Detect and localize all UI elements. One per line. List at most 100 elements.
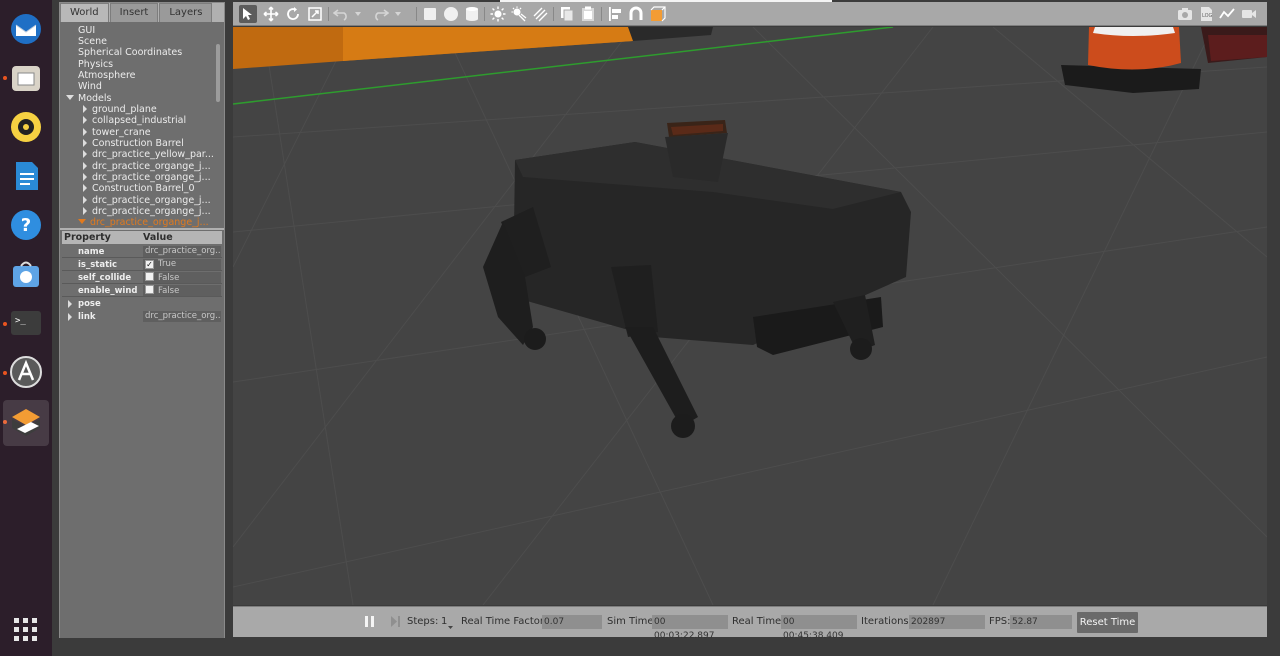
align-icon[interactable] <box>606 5 624 23</box>
undo-icon[interactable] <box>332 5 350 23</box>
tab-world[interactable]: World <box>60 3 109 22</box>
checkbox-label: False <box>158 273 180 283</box>
property-row-name[interactable]: name drc_practice_org... <box>62 246 222 258</box>
rhythmbox-icon[interactable] <box>3 104 49 150</box>
help-icon[interactable]: ? <box>3 202 49 248</box>
model-item[interactable]: drc_practice_yellow_par... <box>83 149 214 160</box>
pause-icon[interactable] <box>364 615 375 631</box>
model-item[interactable]: drc_practice_organge_j... <box>83 195 211 206</box>
spot-light-icon[interactable] <box>510 5 528 23</box>
checkbox-unchecked[interactable] <box>145 272 154 281</box>
collapse-arrow-icon[interactable] <box>83 139 87 147</box>
model-item[interactable]: ground_plane <box>83 104 157 115</box>
property-row-pose[interactable]: pose <box>62 298 222 310</box>
collapse-arrow-icon[interactable] <box>83 116 87 124</box>
model-label: ground_plane <box>92 104 157 115</box>
redo-history-arrow-icon[interactable] <box>393 5 403 23</box>
thunderbird-icon[interactable] <box>3 6 49 52</box>
change-view-icon[interactable] <box>649 5 667 23</box>
iterations-value: 202897 <box>909 615 985 629</box>
collapse-arrow-icon[interactable] <box>83 150 87 158</box>
simulation-status-bar: Steps: 1 Real Time Factor: 0.07 Sim Time… <box>233 606 1267 641</box>
tree-item-models[interactable]: Models <box>66 93 111 104</box>
collapse-arrow-icon[interactable] <box>83 162 87 170</box>
point-light-icon[interactable] <box>489 5 507 23</box>
model-item[interactable]: drc_practice_organge_j... <box>83 172 211 183</box>
tree-item-wind[interactable]: Wind <box>78 81 102 92</box>
tree-item-scene[interactable]: Scene <box>78 36 107 47</box>
select-mode-icon[interactable] <box>239 5 257 23</box>
expand-arrow-icon[interactable] <box>78 219 86 224</box>
tree-scrollbar[interactable] <box>216 44 220 102</box>
gazebo-icon[interactable] <box>3 400 49 446</box>
tree-item-atmosphere[interactable]: Atmosphere <box>78 70 136 81</box>
steps-value[interactable]: 1 <box>441 616 447 627</box>
model-item[interactable]: tower_crane <box>83 127 151 138</box>
collapse-arrow-icon[interactable] <box>83 207 87 215</box>
steps-dropdown-arrow-icon[interactable] <box>448 621 453 632</box>
paste-icon[interactable] <box>579 5 597 23</box>
files-icon[interactable] <box>3 55 49 101</box>
collapse-arrow-icon[interactable] <box>83 196 87 204</box>
tree-item-physics[interactable]: Physics <box>78 59 113 70</box>
expand-arrow-icon[interactable] <box>66 95 74 100</box>
copy-icon[interactable] <box>558 5 576 23</box>
sphere-shape-icon[interactable] <box>442 5 460 23</box>
toolbar-separator <box>328 7 329 21</box>
record-video-icon[interactable] <box>1240 5 1258 23</box>
translate-mode-icon[interactable] <box>262 5 280 23</box>
software-store-icon[interactable] <box>3 251 49 297</box>
software-updater-icon[interactable] <box>3 349 49 395</box>
writer-icon[interactable] <box>3 153 49 199</box>
model-item[interactable]: drc_practice_organge_j... <box>83 206 211 217</box>
tab-insert[interactable]: Insert <box>109 3 159 22</box>
directional-light-icon[interactable] <box>531 5 549 23</box>
redo-icon[interactable] <box>372 5 390 23</box>
cylinder-shape-icon[interactable] <box>463 5 481 23</box>
tree-item-gui[interactable]: GUI <box>78 25 95 36</box>
fps-label: FPS: <box>989 616 1011 627</box>
box-shape-icon[interactable] <box>421 5 439 23</box>
show-applications-icon[interactable] <box>3 607 49 653</box>
model-item[interactable]: Construction Barrel <box>83 138 184 149</box>
collapse-arrow-icon[interactable] <box>83 128 87 136</box>
reset-time-button[interactable]: Reset Time <box>1077 612 1138 633</box>
screenshot-icon[interactable] <box>1176 5 1194 23</box>
collapse-arrow-icon[interactable] <box>68 300 72 308</box>
scene-viewport[interactable] <box>233 27 1267 605</box>
checkbox-unchecked[interactable] <box>145 285 154 294</box>
property-header: Property Value <box>62 231 222 244</box>
property-row-is-static[interactable]: is_static ✓ True <box>62 259 222 271</box>
plot-icon[interactable] <box>1218 5 1236 23</box>
collapse-arrow-icon[interactable] <box>83 105 87 113</box>
toolbar-separator <box>484 7 485 21</box>
snap-magnet-icon[interactable] <box>627 5 645 23</box>
model-item[interactable]: collapsed_industrial <box>83 115 186 126</box>
tab-layers[interactable]: Layers <box>159 3 213 22</box>
rotate-mode-icon[interactable] <box>284 5 302 23</box>
steps-label: Steps: <box>407 616 439 627</box>
toolbar-separator <box>601 7 602 21</box>
real-time-factor-value: 0.07 <box>542 615 602 629</box>
undo-history-arrow-icon[interactable] <box>353 5 363 23</box>
model-item-selected[interactable]: drc_practice_organge_j... <box>78 217 209 228</box>
checkbox-checked[interactable]: ✓ <box>145 260 154 269</box>
model-item[interactable]: drc_practice_organge_j... <box>83 161 211 172</box>
property-row-enable-wind[interactable]: enable_wind False <box>62 285 222 297</box>
log-icon[interactable]: LOG <box>1197 5 1215 23</box>
model-item[interactable]: Construction Barrel_0 <box>83 183 195 194</box>
property-row-self-collide[interactable]: self_collide False <box>62 272 222 284</box>
tree-item-spherical-coordinates[interactable]: Spherical Coordinates <box>78 47 182 58</box>
collapse-arrow-icon[interactable] <box>83 173 87 181</box>
svg-text:?: ? <box>21 215 31 236</box>
scene-render <box>233 27 1267 605</box>
step-icon[interactable] <box>390 615 401 631</box>
ubuntu-dock: ? >_ <box>0 0 52 656</box>
terminal-icon[interactable]: >_ <box>3 300 49 346</box>
property-row-link[interactable]: link drc_practice_org... <box>62 311 222 323</box>
model-label: collapsed_industrial <box>92 115 187 126</box>
collapse-arrow-icon[interactable] <box>83 184 87 192</box>
model-label: Construction Barrel <box>92 138 184 149</box>
collapse-arrow-icon[interactable] <box>68 313 72 321</box>
scale-mode-icon[interactable] <box>306 5 324 23</box>
